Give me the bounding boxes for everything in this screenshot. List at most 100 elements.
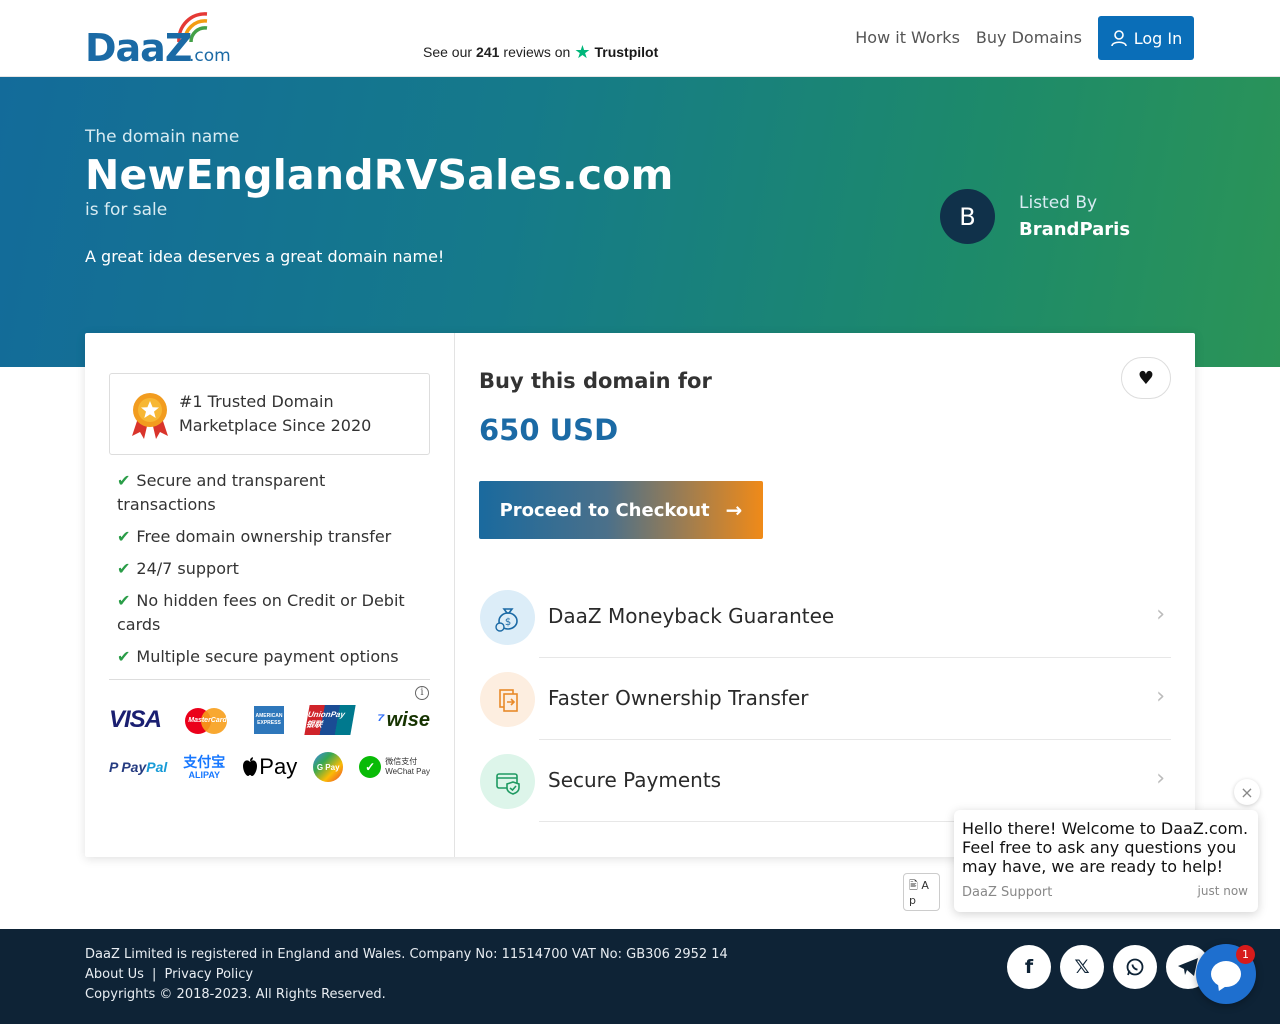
chat-sender: DaaZ Support bbox=[962, 885, 1053, 900]
login-button[interactable]: Log In bbox=[1098, 16, 1194, 60]
trustpilot-pre: See our bbox=[423, 44, 473, 60]
google-pay-logo: G Pay bbox=[313, 752, 344, 782]
secure-card-icon bbox=[480, 754, 535, 809]
chat-message-bubble[interactable]: Hello there! Welcome to DaaZ.com. Feel f… bbox=[954, 810, 1258, 912]
for-sale-label: is for sale bbox=[85, 200, 168, 220]
check-icon: ✔ bbox=[117, 591, 131, 610]
company-info: DaaZ Limited is registered in England an… bbox=[85, 947, 728, 962]
benefit-label: Faster Ownership Transfer bbox=[548, 686, 809, 710]
x-button[interactable]: 𝕏 bbox=[1060, 945, 1104, 989]
whatsapp-icon bbox=[1126, 958, 1144, 976]
trustpilot-count: 241 bbox=[476, 44, 500, 60]
chat-timestamp: just now bbox=[1197, 884, 1248, 898]
benefit-label: Secure Payments bbox=[548, 768, 722, 792]
favorite-button[interactable]: ♥ bbox=[1121, 357, 1171, 399]
feature-item: ✔ Free domain ownership transfer bbox=[117, 525, 427, 549]
feature-text: No hidden fees on Credit or Debit cards bbox=[117, 591, 405, 634]
site-footer: DaaZ Limited is registered in England an… bbox=[0, 929, 1280, 1024]
logo-text: DaaZ bbox=[85, 26, 192, 70]
facebook-button[interactable]: f bbox=[1007, 945, 1051, 989]
alipay-text-cn: 支付宝 bbox=[183, 754, 226, 770]
info-icon[interactable]: i bbox=[415, 686, 429, 700]
purchase-card: #1 Trusted Domain Marketplace Since 2020… bbox=[85, 333, 1195, 857]
feature-text: Secure and transparent transactions bbox=[117, 471, 326, 514]
trust-column: #1 Trusted Domain Marketplace Since 2020… bbox=[85, 333, 455, 857]
link-separator: | bbox=[152, 967, 157, 982]
trustpilot-widget[interactable]: See our 241 reviews on ★ Trustpilot bbox=[423, 42, 659, 62]
award-medal-icon bbox=[132, 393, 168, 439]
footer-links: About Us | Privacy Policy bbox=[85, 967, 253, 982]
seller-name[interactable]: BrandParis bbox=[1019, 219, 1130, 240]
trustpilot-brand: Trustpilot bbox=[594, 44, 659, 60]
chat-unread-badge: 1 bbox=[1236, 945, 1255, 964]
logo-suffix: .com bbox=[189, 46, 231, 66]
trustpilot-star-icon: ★ bbox=[574, 42, 591, 62]
user-icon bbox=[1110, 30, 1127, 47]
apple-icon bbox=[243, 757, 258, 776]
trusted-badge-box: #1 Trusted Domain Marketplace Since 2020 bbox=[109, 373, 430, 455]
mastercard-logo: MasterCard bbox=[184, 705, 231, 735]
unionpay-logo: UnionPay 银联 bbox=[304, 705, 357, 735]
alipay-text-en: ALIPAY bbox=[188, 770, 221, 780]
listed-by-label: Listed By bbox=[1019, 193, 1098, 213]
feature-item: ✔ No hidden fees on Credit or Debit cards bbox=[117, 589, 427, 637]
buy-label: Buy this domain for bbox=[479, 369, 712, 393]
transfer-document-icon bbox=[480, 672, 535, 727]
daaz-logo[interactable]: DaaZ .com bbox=[85, 12, 235, 68]
payment-divider bbox=[109, 679, 430, 680]
heart-icon: ♥ bbox=[1137, 367, 1155, 389]
amex-logo: AMERICAN EXPRESS bbox=[253, 706, 284, 734]
checkout-button[interactable]: Proceed to Checkout → bbox=[479, 481, 763, 539]
chat-close-button[interactable]: × bbox=[1234, 779, 1260, 805]
paypal-text-b: Pal bbox=[146, 759, 168, 775]
chat-bubble-icon bbox=[1211, 961, 1241, 987]
feature-item: ✔ 24/7 support bbox=[117, 557, 427, 581]
seller-avatar: B bbox=[940, 189, 995, 244]
paypal-text-a: Pay bbox=[121, 759, 147, 775]
check-icon: ✔ bbox=[117, 527, 131, 546]
hero-banner: The domain name NewEnglandRVSales.com is… bbox=[0, 77, 1280, 367]
about-link[interactable]: About Us bbox=[85, 967, 144, 982]
check-icon: ✔ bbox=[117, 559, 131, 578]
feature-text: Free domain ownership transfer bbox=[136, 527, 392, 546]
money-bag-icon: $ bbox=[480, 590, 535, 645]
facebook-icon: f bbox=[1024, 956, 1034, 978]
wechat-text-en: WeChat Pay bbox=[385, 767, 430, 776]
trustpilot-post: reviews on bbox=[503, 44, 571, 60]
chevron-right-icon: › bbox=[1156, 602, 1165, 627]
wechat-icon: ✓ bbox=[359, 756, 382, 778]
nav-buy-domains[interactable]: Buy Domains bbox=[976, 18, 1082, 58]
paypal-icon: P bbox=[109, 759, 119, 775]
feature-item: ✔ Secure and transparent transactions bbox=[117, 469, 427, 517]
wise-logo: ⁷ wise bbox=[377, 705, 430, 735]
buy-column: Buy this domain for 650 USD ♥ Proceed to… bbox=[455, 333, 1195, 857]
payment-logos-row: P Pay Pal 支付宝 ALIPAY Pay G Pay ✓ 微信支付 WeCha… bbox=[109, 750, 430, 784]
domain-price: 650 USD bbox=[479, 413, 619, 447]
checkout-label: Proceed to Checkout bbox=[499, 499, 710, 521]
apple-pay-text: Pay bbox=[259, 754, 298, 779]
login-label: Log In bbox=[1133, 28, 1183, 48]
hero-tagline: A great idea deserves a great domain nam… bbox=[85, 247, 445, 266]
visa-logo: VISA bbox=[109, 706, 162, 733]
chat-message-text: Hello there! Welcome to DaaZ.com. Feel f… bbox=[962, 819, 1249, 876]
nav-how-it-works[interactable]: How it Works bbox=[855, 18, 960, 58]
paypal-logo: P Pay Pal bbox=[109, 752, 167, 782]
privacy-link[interactable]: Privacy Policy bbox=[165, 967, 254, 982]
close-icon: × bbox=[1240, 782, 1254, 802]
feature-text: Multiple secure payment options bbox=[136, 647, 399, 666]
wise-text: wise bbox=[386, 708, 430, 731]
svg-text:$: $ bbox=[504, 617, 510, 628]
wise-flag-icon: ⁷ bbox=[376, 708, 385, 731]
broken-image-thumbnail[interactable]: 🖹 A p bbox=[903, 873, 940, 911]
trusted-badge-text: #1 Trusted Domain Marketplace Since 2020 bbox=[179, 392, 372, 435]
whatsapp-button[interactable] bbox=[1113, 945, 1157, 989]
copyright: Copyrights © 2018-2023. All Rights Reser… bbox=[85, 987, 386, 1002]
apple-pay-logo: Pay bbox=[241, 752, 297, 782]
benefit-moneyback[interactable]: $ DaaZ Moneyback Guarantee › bbox=[479, 576, 1171, 658]
check-icon: ✔ bbox=[117, 471, 131, 490]
wechat-text: 微信支付 WeChat Pay bbox=[385, 757, 430, 777]
arrow-right-icon: → bbox=[725, 498, 743, 522]
benefit-transfer[interactable]: Faster Ownership Transfer › bbox=[479, 658, 1171, 740]
site-header: DaaZ .com See our 241 reviews on ★ Trust… bbox=[0, 0, 1280, 77]
benefit-label: DaaZ Moneyback Guarantee bbox=[548, 604, 835, 628]
